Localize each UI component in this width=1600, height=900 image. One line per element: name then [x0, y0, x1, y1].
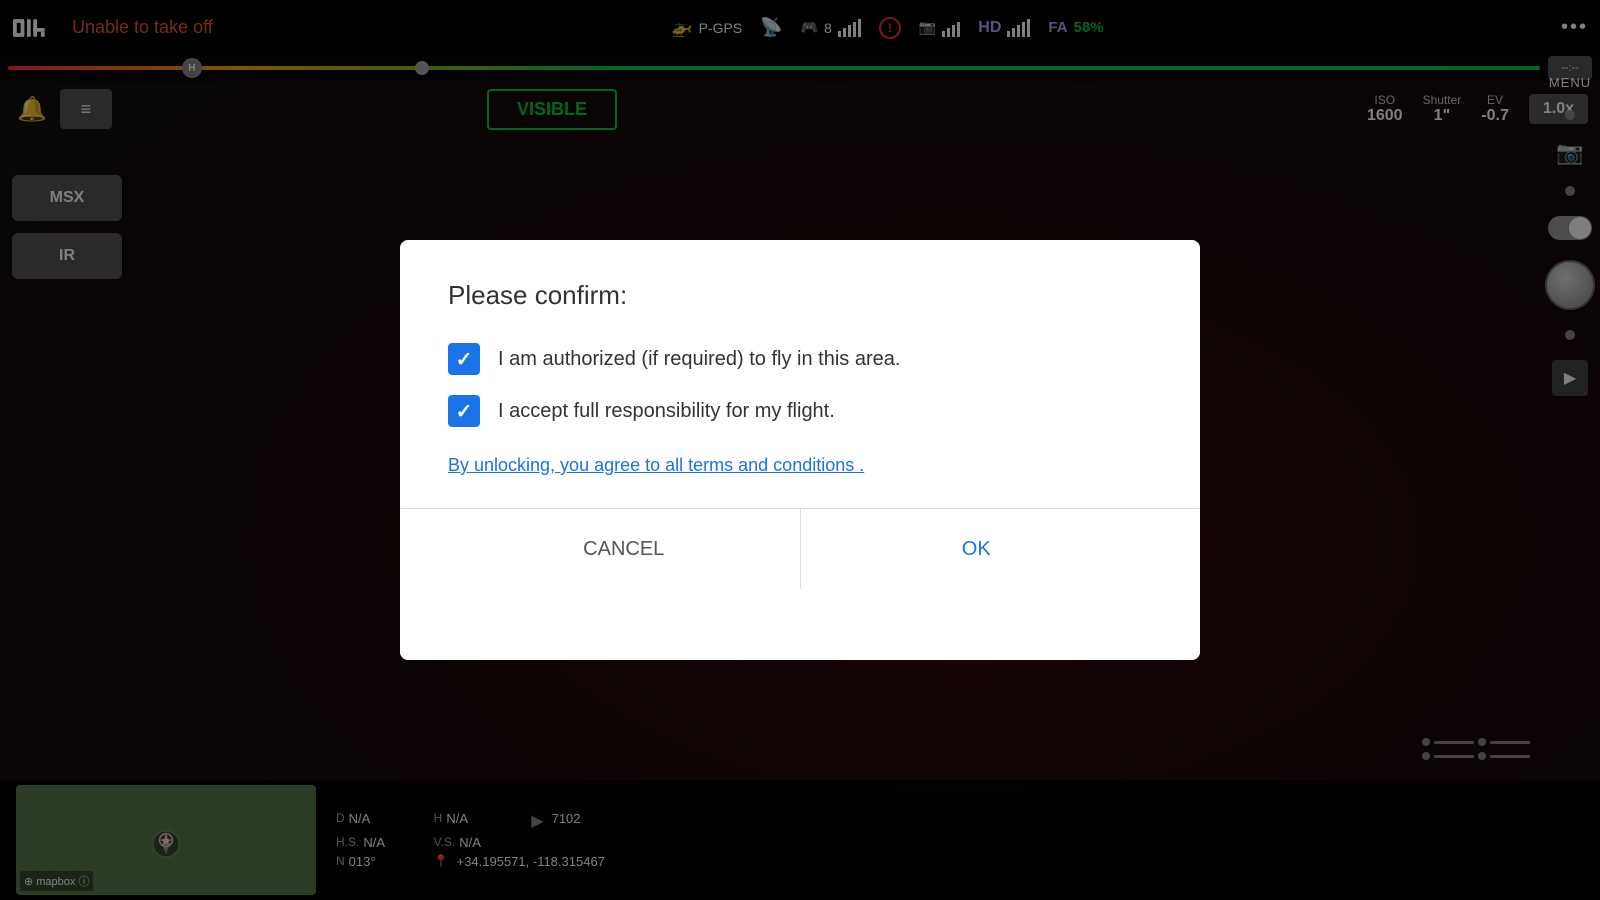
ok-button[interactable]: OK: [801, 509, 1153, 589]
checkbox-row-2: I accept full responsibility for my flig…: [448, 395, 1152, 427]
checkbox-row-1: I am authorized (if required) to fly in …: [448, 343, 1152, 375]
modal-title: Please confirm:: [448, 280, 1152, 311]
checkbox-1[interactable]: [448, 343, 480, 375]
checkbox-2[interactable]: [448, 395, 480, 427]
checkbox-2-label: I accept full responsibility for my flig…: [498, 400, 835, 423]
modal-overlay: Please confirm: I am authorized (if requ…: [0, 0, 1600, 900]
checkbox-1-label: I am authorized (if required) to fly in …: [498, 348, 900, 371]
cancel-button[interactable]: CANCEL: [448, 509, 801, 589]
modal-actions: CANCEL OK: [448, 509, 1152, 589]
terms-link[interactable]: By unlocking, you agree to all terms and…: [448, 455, 1152, 476]
confirm-modal: Please confirm: I am authorized (if requ…: [400, 240, 1200, 660]
